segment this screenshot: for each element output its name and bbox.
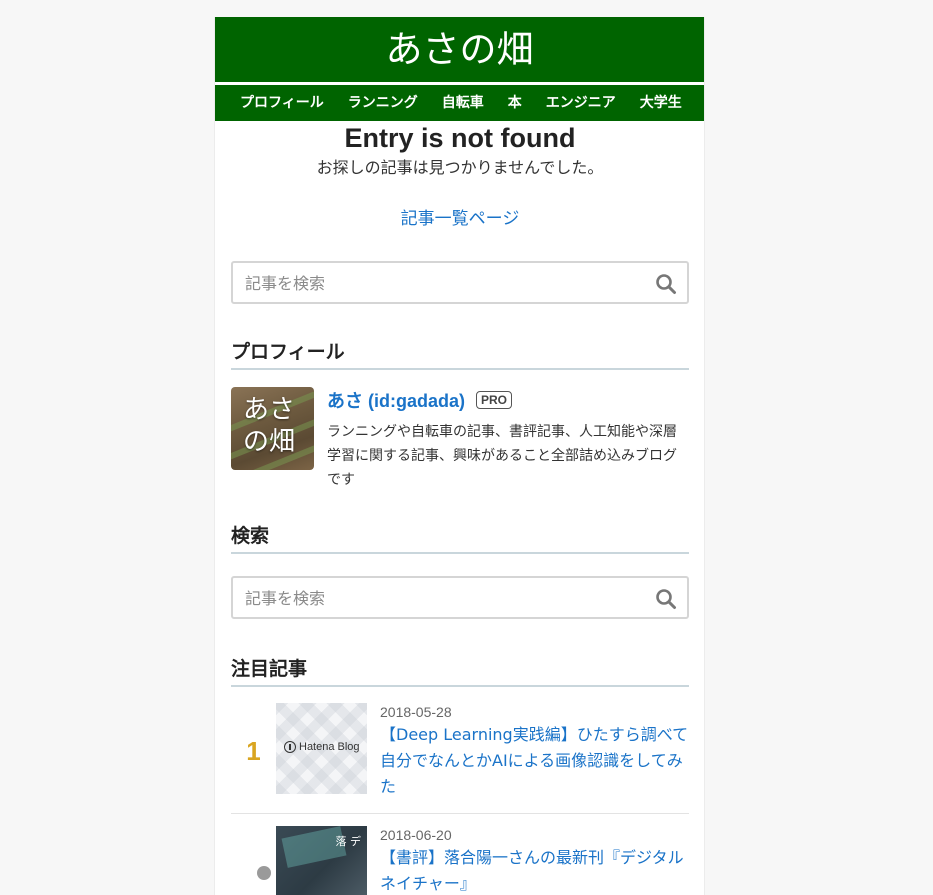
main-content: Entry is not found お探しの記事は見つかりませんでした。 記事… xyxy=(215,123,704,895)
article-date: 2018-05-28 xyxy=(380,704,452,720)
search-input[interactable] xyxy=(243,263,627,304)
profile-card: あさ の畑 あさ (id:gadada) PRO ランニングや自転車の記事、書評… xyxy=(231,387,689,492)
rank-number: 1 xyxy=(246,736,261,766)
search-box xyxy=(231,261,689,304)
pro-badge: PRO xyxy=(476,391,513,409)
profile-heading: プロフィール xyxy=(231,339,689,370)
profile-module: プロフィール あさ の畑 あさ (id:gadada) PRO ランニングや自転… xyxy=(231,339,689,492)
blog-title[interactable]: あさの畑 xyxy=(386,28,534,71)
search-icon[interactable] xyxy=(655,588,677,610)
archive-link[interactable]: 記事一覧ページ xyxy=(231,207,689,231)
article-thumbnail[interactable]: Hatena Blog xyxy=(276,703,367,794)
rank-number-badge xyxy=(257,866,271,880)
not-found-title: Entry is not found xyxy=(344,123,576,153)
global-nav: プロフィール ランニング 自転車本エンジニア 大学生 xyxy=(215,85,704,121)
thumbnail-label: Hatena Blog xyxy=(299,741,360,753)
article-title-link[interactable]: 【書評】落合陽一さんの最新刊『デジタルネイチャー』 xyxy=(380,845,689,895)
featured-heading: 注目記事 xyxy=(231,656,689,687)
nav-item-engineer[interactable]: エンジニア xyxy=(546,85,616,121)
nav-item-books[interactable]: 本 xyxy=(508,85,522,121)
blog-page: あさの畑 プロフィール ランニング 自転車本エンジニア 大学生 Entry is no… xyxy=(214,17,705,895)
search-heading: 検索 xyxy=(231,523,689,554)
nav-item-bicycle[interactable]: 自転車 xyxy=(442,85,484,121)
profile-name-link[interactable]: あさ (id:gadada) xyxy=(327,387,465,413)
rank-number-slot xyxy=(231,826,276,895)
featured-item-body: 2018-06-20 【書評】落合陽一さんの最新刊『デジタルネイチャー』 xyxy=(380,826,689,895)
profile-body: あさ (id:gadada) PRO ランニングや自転車の記事、書評記事、人工知… xyxy=(327,387,689,492)
blog-header[interactable]: あさの畑 xyxy=(215,17,704,82)
article-title-link[interactable]: 【Deep Learning実践編】ひたすら調べて自分でなんとかAIによる画像認… xyxy=(380,722,689,800)
search-module: 検索 xyxy=(231,523,689,619)
nav-item-profile[interactable]: プロフィール xyxy=(240,85,324,121)
nav-item-running[interactable]: ランニング xyxy=(348,85,418,121)
avatar-text-top: あさ xyxy=(243,395,296,425)
featured-item: 1 Hatena Blog 2018-05-28 【Deep Learning実… xyxy=(231,703,689,814)
hatena-logo-icon xyxy=(284,741,296,753)
featured-module: 注目記事 1 Hatena Blog 2018-05-28 【Deep Lear… xyxy=(231,656,689,895)
sidebar-search-box xyxy=(231,576,689,619)
not-found-message: お探しの記事は見つかりませんでした。 xyxy=(316,158,604,177)
article-thumbnail[interactable]: 落 デ xyxy=(276,826,367,895)
search-icon[interactable] xyxy=(655,273,677,295)
featured-item: 落 デ 2018-06-20 【書評】落合陽一さんの最新刊『デジタルネイチャー』 xyxy=(231,826,689,895)
thumbnail-label: 落 デ xyxy=(335,835,362,848)
article-date: 2018-06-20 xyxy=(380,827,452,843)
profile-name-row: あさ (id:gadada) PRO xyxy=(327,388,689,412)
avatar[interactable]: あさ の畑 xyxy=(231,387,314,470)
sidebar-search-input[interactable] xyxy=(243,578,627,619)
featured-item-body: 2018-05-28 【Deep Learning実践編】ひたすら調べて自分でな… xyxy=(380,703,689,800)
profile-description: ランニングや自転車の記事、書評記事、人工知能や深層学習に関する記事、興味があるこ… xyxy=(327,424,677,488)
hatena-blog-logo: Hatena Blog xyxy=(284,741,360,753)
nav-item-university[interactable]: 大学生 xyxy=(640,85,682,121)
avatar-text-bottom: の畑 xyxy=(243,427,296,457)
